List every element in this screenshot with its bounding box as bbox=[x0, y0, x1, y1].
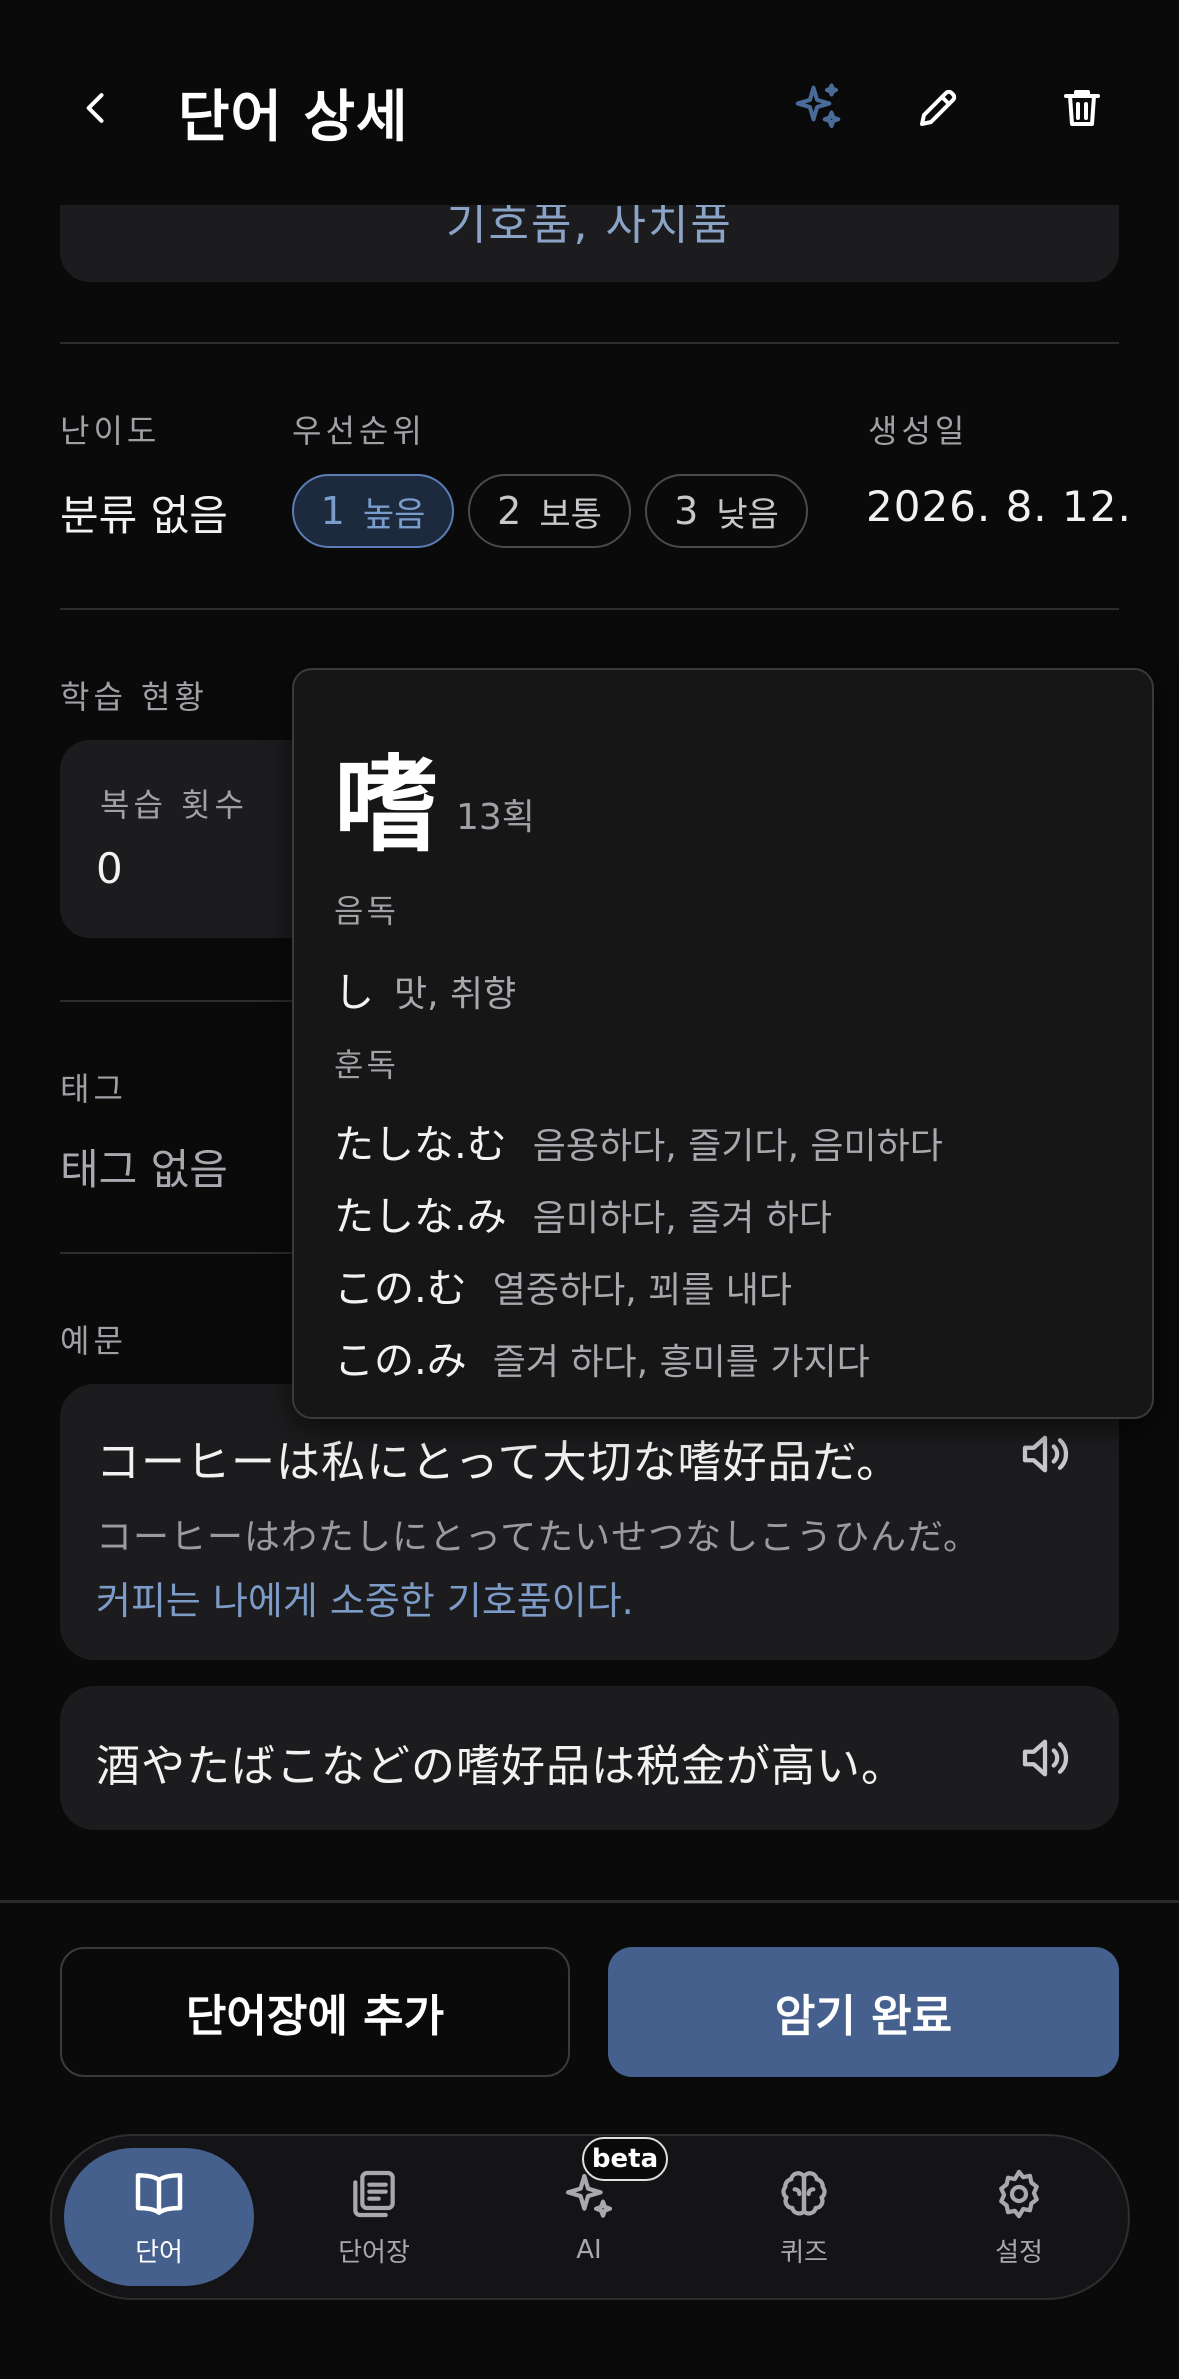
kunyomi-label: 훈독 bbox=[334, 1046, 399, 1084]
review-count-value: 0 bbox=[96, 844, 123, 893]
word-detail-screen: 기호품, 사치품 난이도 분류 없음 우선순위 1 높음 2 보통 3 낮음 생… bbox=[0, 0, 1179, 2379]
kunyomi-row: この.み 즐겨 하다, 흥미를 가지다 bbox=[334, 1328, 870, 1386]
example-card: コーヒーは私にとって大切な嗜好品だ。 コーヒーはわたしにとってたいせつなしこうひ… bbox=[60, 1384, 1119, 1660]
priority-num: 1 bbox=[320, 489, 345, 533]
kunyomi-meaning: 즐겨 하다, 흥미를 가지다 bbox=[492, 1342, 870, 1383]
review-count-label: 복습 횟수 bbox=[100, 786, 248, 824]
kunyomi-reading: たしな.み bbox=[334, 1194, 507, 1240]
onyomi-row: し 맛, 취향 bbox=[334, 960, 516, 1018]
ai-button[interactable] bbox=[788, 78, 848, 138]
kunyomi-reading: たしな.む bbox=[334, 1122, 507, 1168]
kunyomi-meaning: 음용하다, 즐기다, 음미하다 bbox=[532, 1126, 943, 1167]
priority-num: 3 bbox=[674, 489, 699, 533]
priority-chip-low[interactable]: 3 낮음 bbox=[645, 474, 808, 548]
divider bbox=[0, 1900, 1179, 1903]
kunyomi-row: たしな.み 음미하다, 즐겨 하다 bbox=[334, 1184, 832, 1242]
nav-label: 단어 bbox=[135, 2237, 183, 2268]
stroke-count: 13획 bbox=[456, 797, 535, 838]
divider bbox=[60, 608, 1119, 610]
back-icon bbox=[86, 93, 104, 123]
priority-chip-normal[interactable]: 2 보통 bbox=[468, 474, 631, 548]
app-header: 단어 상세 bbox=[0, 0, 1179, 205]
example-translation: 커피는 나에게 소중한 기호품이다. bbox=[96, 1579, 634, 1623]
kanji-character: 嗜 bbox=[334, 744, 439, 866]
example-card: 酒やたばこなどの嗜好品は税金が高い。 bbox=[60, 1686, 1119, 1830]
sparkle-icon bbox=[795, 83, 841, 129]
settings-icon bbox=[999, 2169, 1039, 2218]
back-button[interactable] bbox=[66, 78, 126, 138]
nav-label: AI bbox=[576, 2235, 602, 2265]
trash-icon bbox=[1064, 90, 1100, 126]
priority-num: 2 bbox=[497, 489, 522, 533]
divider bbox=[60, 342, 1119, 344]
kunyomi-reading: この.む bbox=[334, 1266, 467, 1312]
edit-icon bbox=[920, 89, 957, 126]
onyomi-reading: し bbox=[334, 970, 374, 1016]
onyomi-meaning: 맛, 취향 bbox=[394, 974, 517, 1015]
example-reading: コーヒーはわたしにとってたいせつなしこうひんだ。 bbox=[96, 1517, 981, 1558]
kunyomi-meaning: 음미하다, 즐겨 하다 bbox=[532, 1198, 833, 1239]
kanji-popup: 嗜 13획 음독 し 맛, 취향 훈독 たしな.む 음용하다, 즐기다, 음미하… bbox=[292, 668, 1154, 1419]
memorized-button[interactable]: 암기 완료 bbox=[608, 1947, 1119, 2077]
kunyomi-row: たしな.む 음용하다, 즐기다, 음미하다 bbox=[334, 1112, 943, 1170]
speaker-icon[interactable] bbox=[1015, 1424, 1075, 1484]
onyomi-label: 음독 bbox=[334, 892, 399, 930]
delete-button[interactable] bbox=[1052, 78, 1112, 138]
priority-text: 낮음 bbox=[716, 494, 779, 535]
brain-icon bbox=[781, 2170, 827, 2215]
priority-label: 우선순위 bbox=[292, 412, 426, 450]
tags-value: 태그 없음 bbox=[60, 1145, 228, 1194]
created-label: 생성일 bbox=[868, 412, 969, 450]
nav-label: 단어장 bbox=[338, 2237, 410, 2268]
nav-label: 퀴즈 bbox=[780, 2237, 828, 2268]
example-sentence[interactable]: 酒やたばこなどの嗜好品は税金が高い。 bbox=[96, 1730, 906, 1794]
priority-text: 보통 bbox=[539, 494, 602, 535]
wordbook-icon bbox=[353, 2170, 395, 2217]
kunyomi-reading: この.み bbox=[334, 1338, 467, 1384]
kunyomi-meaning: 열중하다, 꾀를 내다 bbox=[492, 1270, 793, 1311]
created-value: 2026. 8. 12. bbox=[866, 482, 1132, 531]
difficulty-label: 난이도 bbox=[60, 412, 161, 450]
add-to-wordbook-button[interactable]: 단어장에 추가 bbox=[60, 1947, 570, 2077]
page-title: 단어 상세 bbox=[178, 85, 409, 150]
study-section-label: 학습 현황 bbox=[60, 678, 208, 716]
book-icon bbox=[135, 2172, 183, 2215]
difficulty-value[interactable]: 분류 없음 bbox=[60, 482, 228, 543]
example-sentence[interactable]: コーヒーは私にとって大切な嗜好品だ。 bbox=[96, 1426, 901, 1490]
edit-button[interactable] bbox=[908, 78, 968, 138]
speaker-icon[interactable] bbox=[1015, 1728, 1075, 1788]
nav-item-quiz[interactable]: 퀴즈 bbox=[709, 2148, 899, 2286]
nav-item-words[interactable]: 단어 bbox=[64, 2148, 254, 2286]
kunyomi-row: この.む 열중하다, 꾀를 내다 bbox=[334, 1256, 792, 1314]
priority-text: 높음 bbox=[362, 494, 426, 535]
examples-label: 예문 bbox=[60, 1322, 127, 1360]
priority-chip-high[interactable]: 1 높음 bbox=[292, 474, 454, 548]
nav-item-wordbook[interactable]: 단어장 bbox=[279, 2148, 469, 2286]
tags-label: 태그 bbox=[60, 1070, 127, 1108]
beta-badge: beta bbox=[582, 2137, 668, 2181]
nav-item-settings[interactable]: 설정 bbox=[924, 2148, 1114, 2286]
nav-label: 설정 bbox=[995, 2237, 1043, 2268]
